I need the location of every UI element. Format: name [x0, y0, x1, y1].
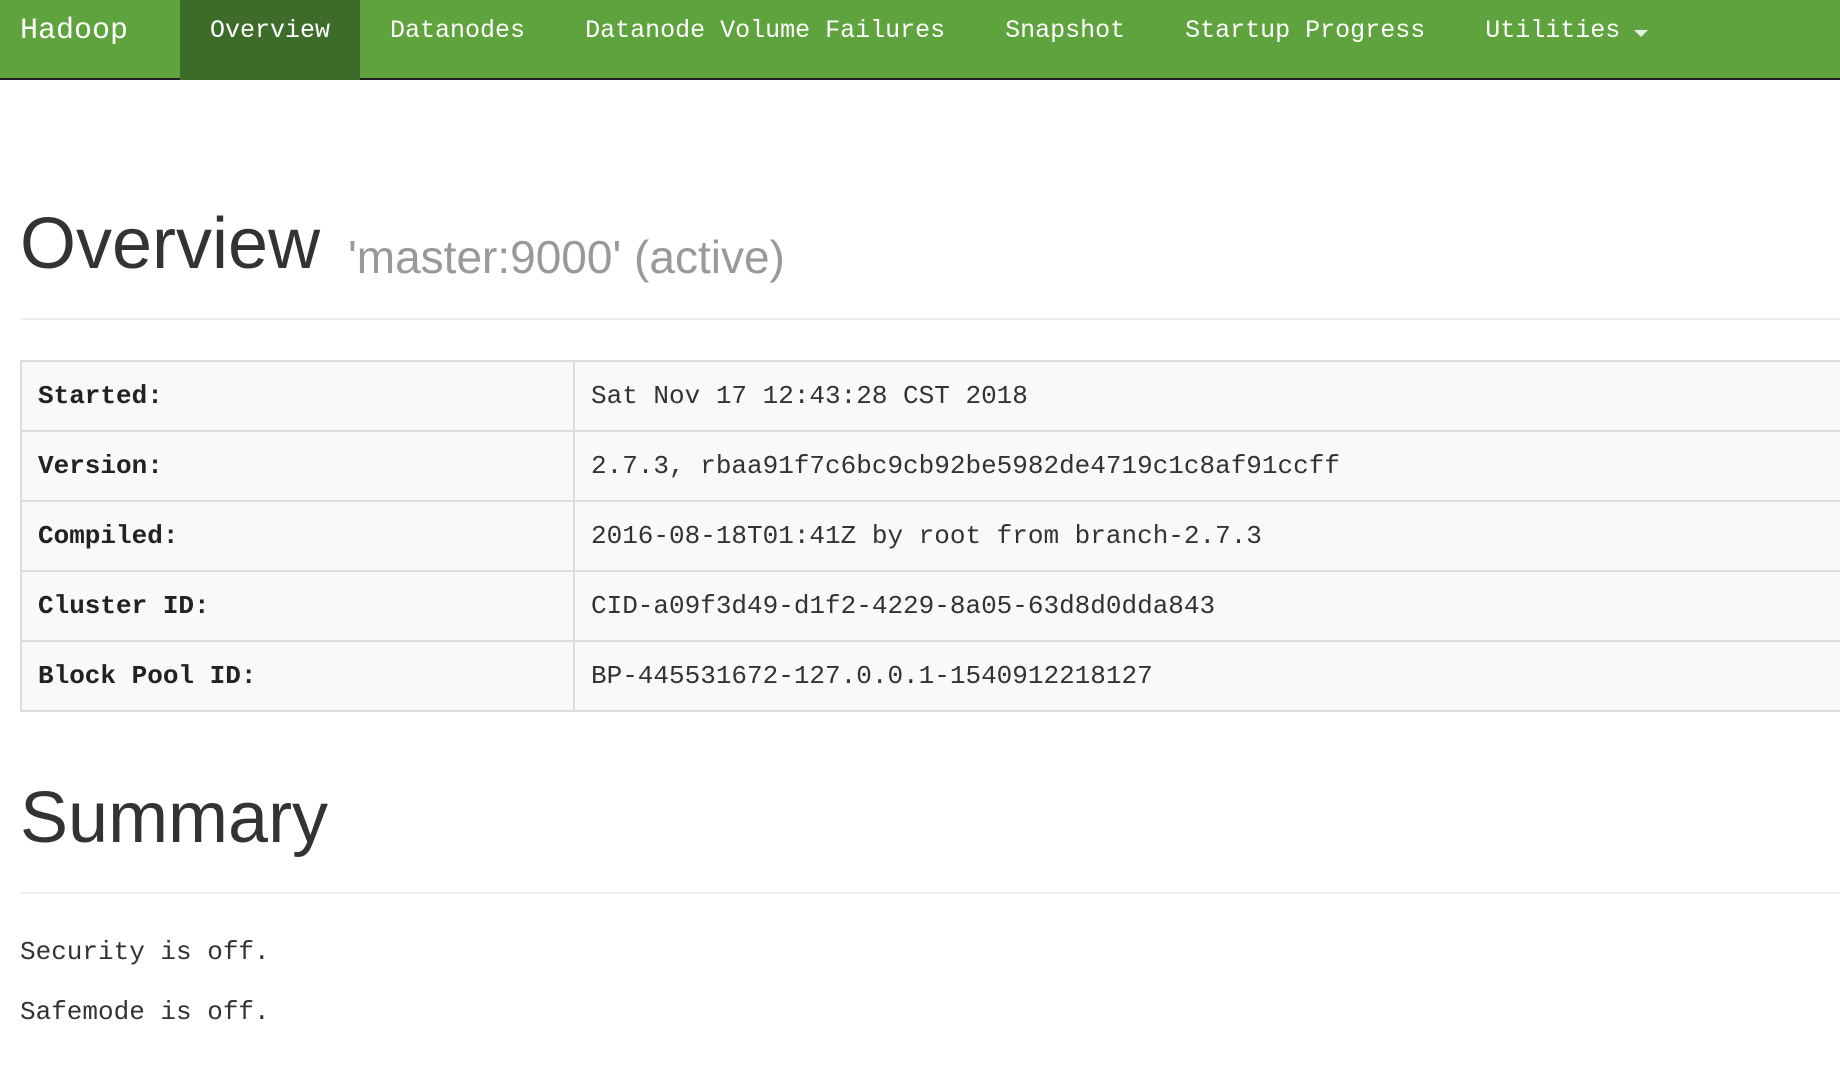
tab-datanode-volume-failures-label: Datanode Volume Failures [585, 16, 946, 45]
page-title: Overview [20, 204, 321, 284]
tab-utilities-label: Utilities [1485, 16, 1621, 45]
tab-datanode-volume-failures[interactable]: Datanode Volume Failures [555, 0, 975, 80]
brand-link[interactable]: Hadoop [20, 0, 128, 80]
tab-startup-progress-label: Startup Progress [1185, 16, 1426, 45]
row-value: 2.7.3, rbaa91f7c6bc9cb92be5982de4719c1c8… [573, 430, 1840, 502]
row-value: 2016-08-18T01:41Z by root from branch-2.… [573, 500, 1840, 572]
caret-down-icon [1634, 30, 1649, 37]
row-key: Block Pool ID: [20, 640, 575, 712]
tab-datanodes[interactable]: Datanodes [360, 0, 555, 80]
tab-overview[interactable]: Overview [180, 0, 361, 80]
main-content: Overview 'master:9000' (active) Started:… [20, 80, 1840, 1042]
tab-overview-label: Overview [210, 16, 331, 45]
summary-header: Summary [20, 782, 1840, 894]
tab-snapshot[interactable]: Snapshot [975, 0, 1155, 80]
top-navbar: Hadoop Overview Datanodes Datanode Volum… [0, 0, 1840, 80]
row-key: Started: [20, 360, 575, 432]
table-row: Block Pool ID: BP-445531672-127.0.0.1-15… [20, 640, 1840, 712]
row-value: Sat Nov 17 12:43:28 CST 2018 [573, 360, 1840, 432]
table-row: Cluster ID: CID-a09f3d49-d1f2-4229-8a05-… [20, 570, 1840, 642]
page-subtitle: 'master:9000' (active) [348, 231, 785, 283]
row-value: CID-a09f3d49-d1f2-4229-8a05-63d8d0dda843 [573, 570, 1840, 642]
tab-datanodes-label: Datanodes [390, 16, 526, 45]
tab-startup-progress[interactable]: Startup Progress [1155, 0, 1455, 80]
security-status: Security is off. [20, 937, 270, 967]
table-row: Compiled: 2016-08-18T01:41Z by root from… [20, 500, 1840, 572]
row-key: Cluster ID: [20, 570, 575, 642]
table-row: Version: 2.7.3, rbaa91f7c6bc9cb92be5982d… [20, 430, 1840, 502]
summary-title: Summary [20, 778, 329, 858]
safemode-status: Safemode is off. [20, 997, 270, 1027]
overview-table: Started: Sat Nov 17 12:43:28 CST 2018 Ve… [20, 360, 1840, 712]
row-key: Version: [20, 430, 575, 502]
overview-header: Overview 'master:9000' (active) [20, 208, 1840, 320]
nav-menu: Overview Datanodes Datanode Volume Failu… [180, 0, 1678, 80]
tab-snapshot-label: Snapshot [1005, 16, 1126, 45]
tab-utilities-dropdown[interactable]: Utilities [1455, 0, 1678, 80]
row-value: BP-445531672-127.0.0.1-1540912218127 [573, 640, 1840, 712]
row-key: Compiled: [20, 500, 575, 572]
table-row: Started: Sat Nov 17 12:43:28 CST 2018 [20, 360, 1840, 432]
